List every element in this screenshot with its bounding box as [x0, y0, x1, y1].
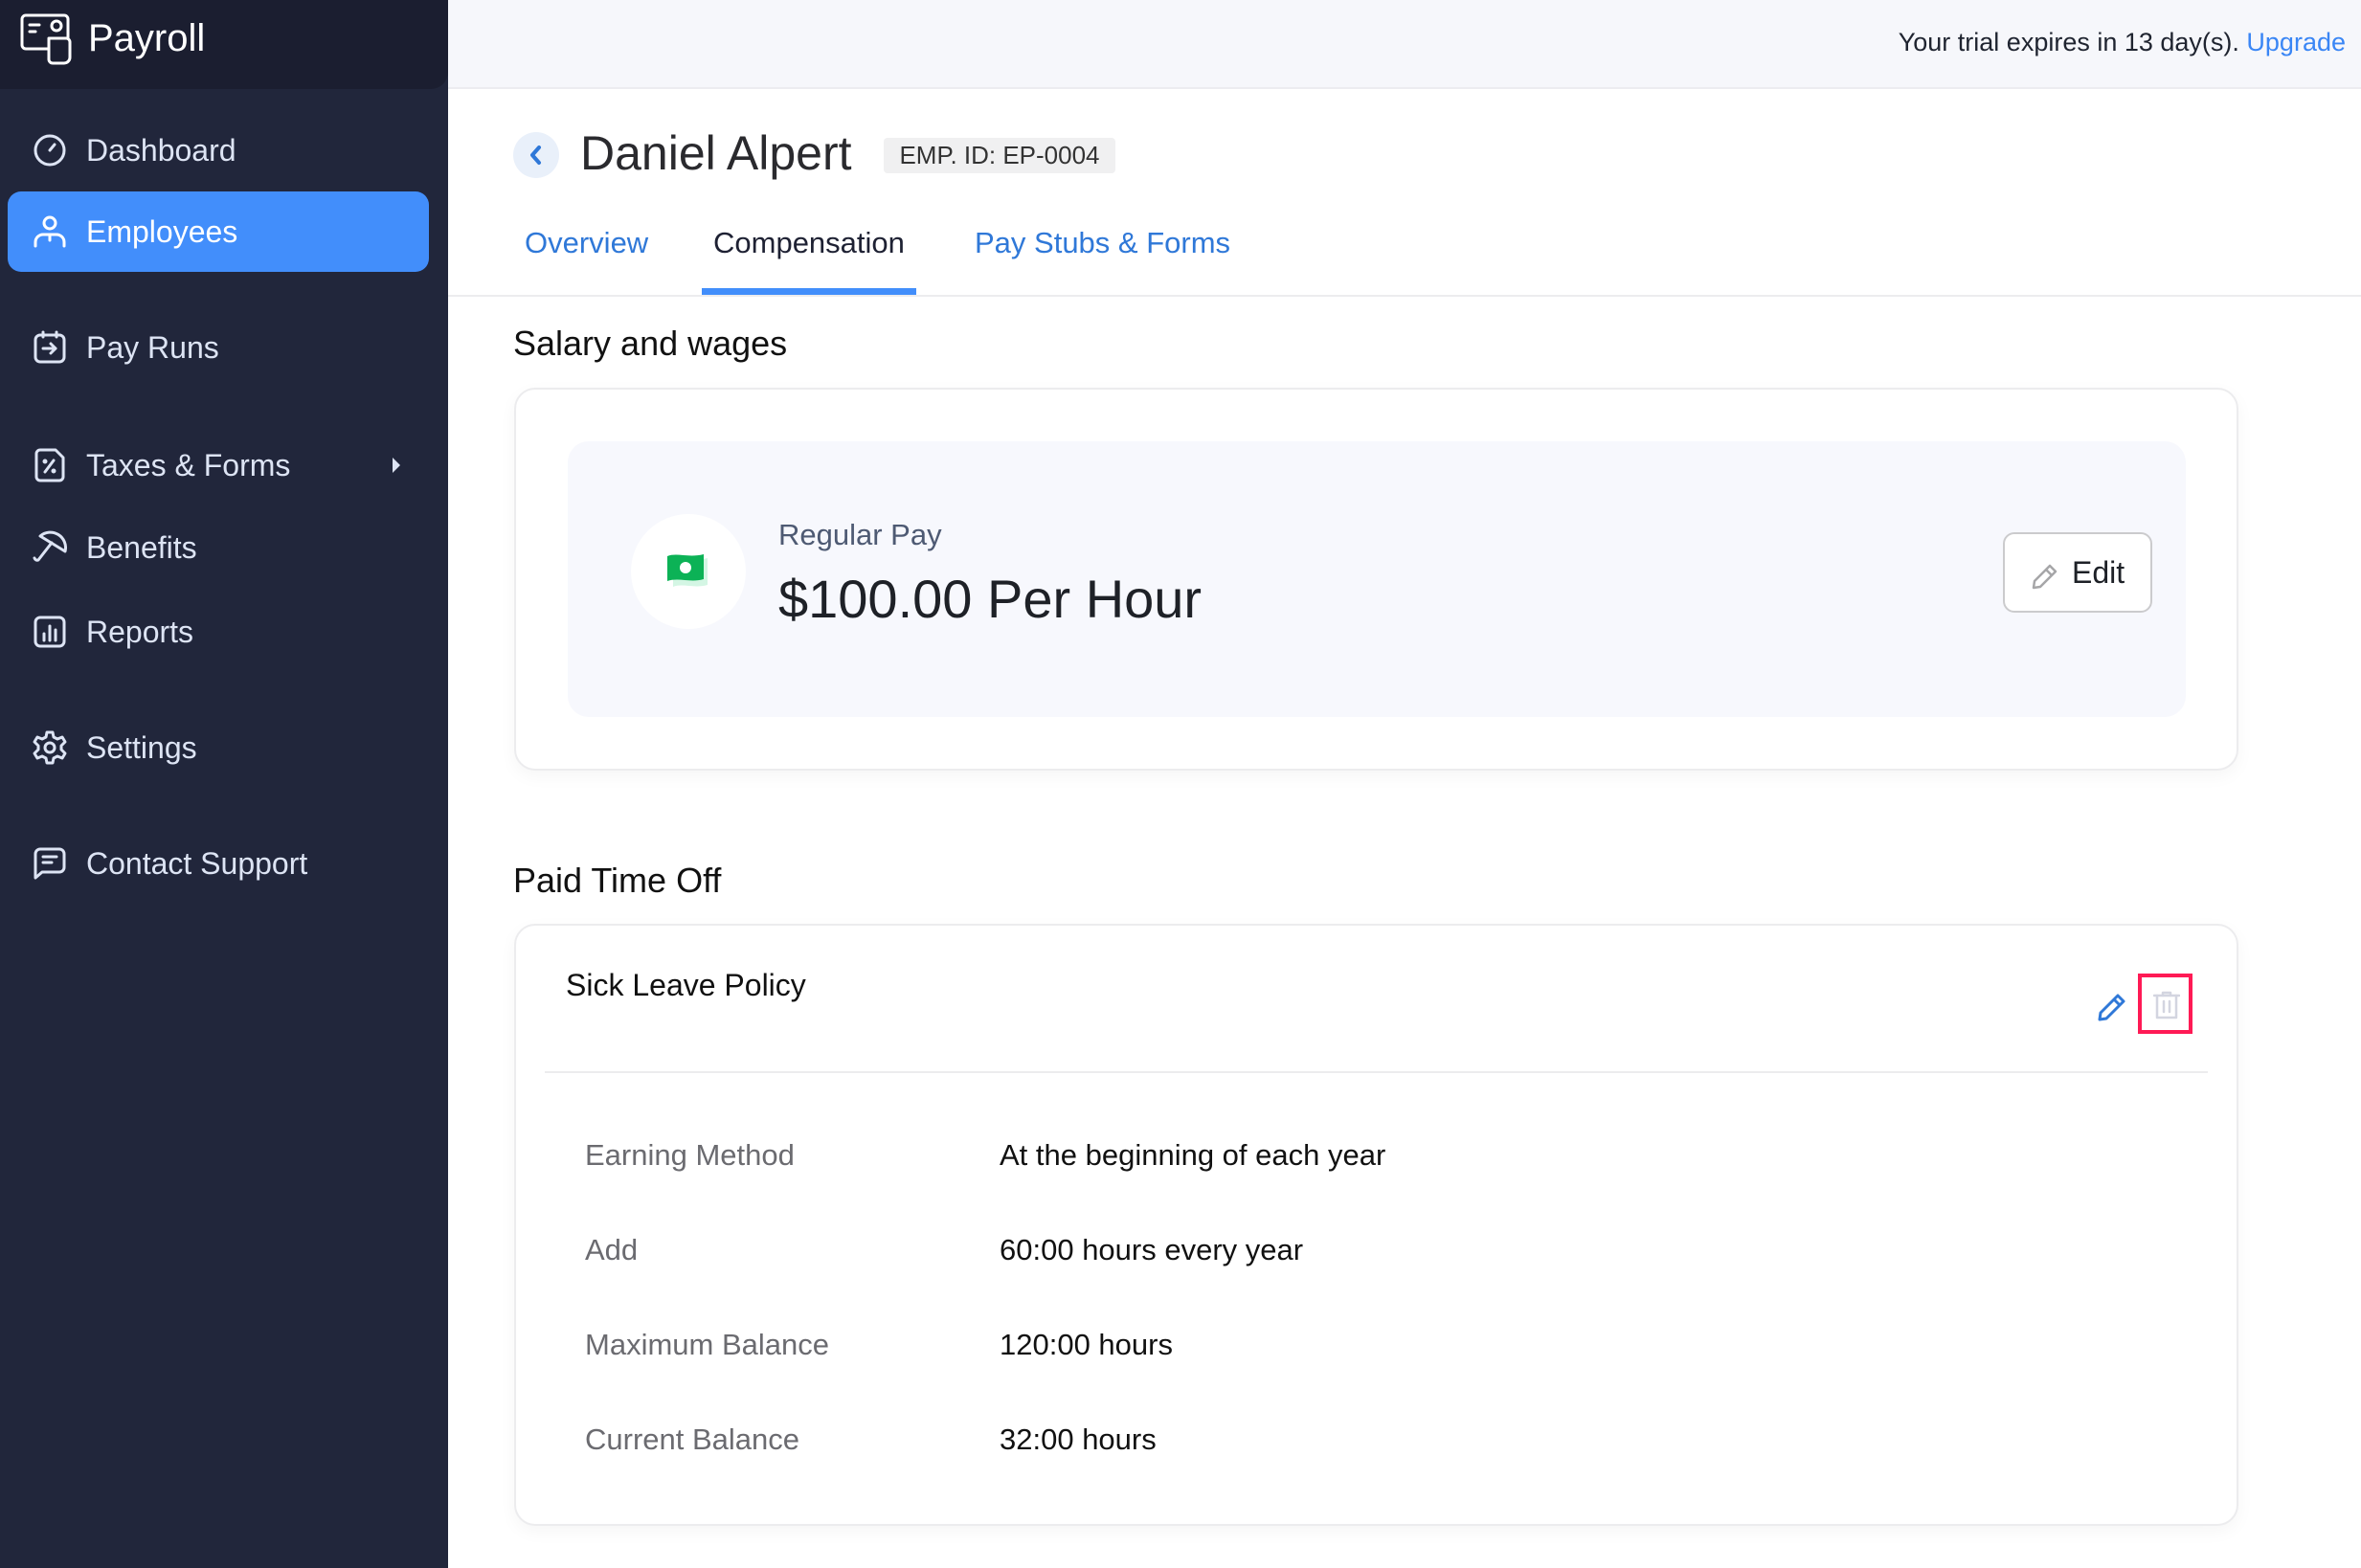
user-icon	[34, 215, 66, 248]
back-button[interactable]	[513, 132, 559, 178]
top-bar: Your trial expires in 13 day(s). Upgrade	[448, 0, 2361, 89]
gauge-icon	[34, 134, 66, 167]
trial-text: Your trial expires in 13 day(s).	[1898, 28, 2239, 56]
sidebar-item-pay-runs[interactable]: Pay Runs	[8, 307, 429, 388]
row-value: At the beginning of each year	[1000, 1138, 1386, 1172]
chat-icon	[34, 847, 66, 880]
regular-pay-value: $100.00 Per Hour	[778, 569, 1203, 629]
policy-row-add: Add 60:00 hours every year	[585, 1229, 2117, 1271]
pencil-icon	[2098, 994, 2125, 1021]
regular-pay-label: Regular Pay	[778, 518, 942, 551]
upgrade-link[interactable]: Upgrade	[2246, 28, 2346, 56]
sidebar-item-settings[interactable]: Settings	[8, 707, 429, 788]
employee-name: Daniel Alpert	[580, 126, 852, 180]
sidebar-item-taxes-forms[interactable]: Taxes & Forms	[8, 425, 429, 505]
gear-icon	[33, 730, 67, 765]
delete-policy-button[interactable]	[2138, 974, 2192, 1034]
percent-document-icon	[34, 448, 65, 482]
row-value: 120:00 hours	[1000, 1328, 1173, 1361]
sidebar-item-label: Reports	[86, 615, 194, 649]
caret-right-icon	[393, 458, 400, 473]
tab-compensation[interactable]: Compensation	[702, 211, 916, 295]
pto-section-title: Paid Time Off	[513, 861, 722, 900]
payroll-logo-icon	[20, 13, 72, 65]
row-label: Earning Method	[585, 1138, 795, 1172]
umbrella-icon	[33, 530, 67, 562]
pay-icon-container	[631, 514, 746, 629]
pto-policy-card: Sick Leave Policy Earning Method At the …	[514, 924, 2238, 1526]
row-label: Current Balance	[585, 1422, 800, 1456]
divider	[545, 1071, 2208, 1073]
sidebar-item-employees[interactable]: Employees	[8, 191, 429, 272]
tab-overview[interactable]: Overview	[525, 211, 648, 295]
policy-row-maximum-balance: Maximum Balance 120:00 hours	[585, 1324, 2117, 1366]
sidebar-item-reports[interactable]: Reports	[8, 592, 429, 672]
money-icon	[667, 554, 708, 587]
sidebar-item-contact-support[interactable]: Contact Support	[8, 823, 429, 904]
salary-section-title: Salary and wages	[513, 324, 788, 363]
policy-name: Sick Leave Policy	[566, 968, 806, 1002]
sidebar-item-label: Contact Support	[86, 846, 308, 881]
policy-row-current-balance: Current Balance 32:00 hours	[585, 1419, 2117, 1461]
calendar-arrow-icon	[34, 330, 66, 364]
sidebar-item-label: Dashboard	[86, 133, 236, 168]
salary-card: Regular Pay $100.00 Per Hour Edit	[514, 388, 2238, 771]
policy-row-earning-method: Earning Method At the beginning of each …	[585, 1134, 2117, 1176]
employee-id-badge: EMP. ID: EP-0004	[884, 138, 1115, 173]
brand-header: Payroll	[0, 0, 448, 89]
sidebar-item-label: Taxes & Forms	[86, 448, 291, 482]
regular-pay-panel: Regular Pay $100.00 Per Hour Edit	[568, 441, 2186, 717]
trial-notice: Your trial expires in 13 day(s). Upgrade	[1899, 0, 2346, 84]
chevron-left-icon	[530, 146, 541, 165]
edit-pay-label: Edit	[2072, 555, 2125, 590]
trash-icon	[2153, 991, 2180, 1019]
app-name: Payroll	[88, 17, 206, 59]
bar-chart-icon	[34, 616, 66, 648]
pencil-icon	[2032, 564, 2057, 590]
row-label: Maximum Balance	[585, 1328, 829, 1361]
row-value: 32:00 hours	[1000, 1422, 1157, 1456]
edit-policy-button[interactable]	[2096, 991, 2128, 1023]
edit-pay-button[interactable]: Edit	[2003, 532, 2152, 613]
sidebar: Payroll Dashboard Employees Pay Runs Tax…	[0, 0, 448, 1568]
sidebar-item-dashboard[interactable]: Dashboard	[8, 110, 429, 190]
row-label: Add	[585, 1233, 639, 1266]
row-value: 60:00 hours every year	[1000, 1233, 1304, 1266]
sidebar-item-label: Employees	[86, 214, 238, 249]
tab-bar: Overview Compensation Pay Stubs & Forms	[448, 211, 2361, 297]
sidebar-item-label: Benefits	[86, 530, 197, 565]
sidebar-item-benefits[interactable]: Benefits	[8, 507, 429, 588]
sidebar-item-label: Settings	[86, 730, 197, 765]
tab-pay-stubs-forms[interactable]: Pay Stubs & Forms	[975, 211, 1230, 295]
sidebar-item-label: Pay Runs	[86, 330, 219, 365]
